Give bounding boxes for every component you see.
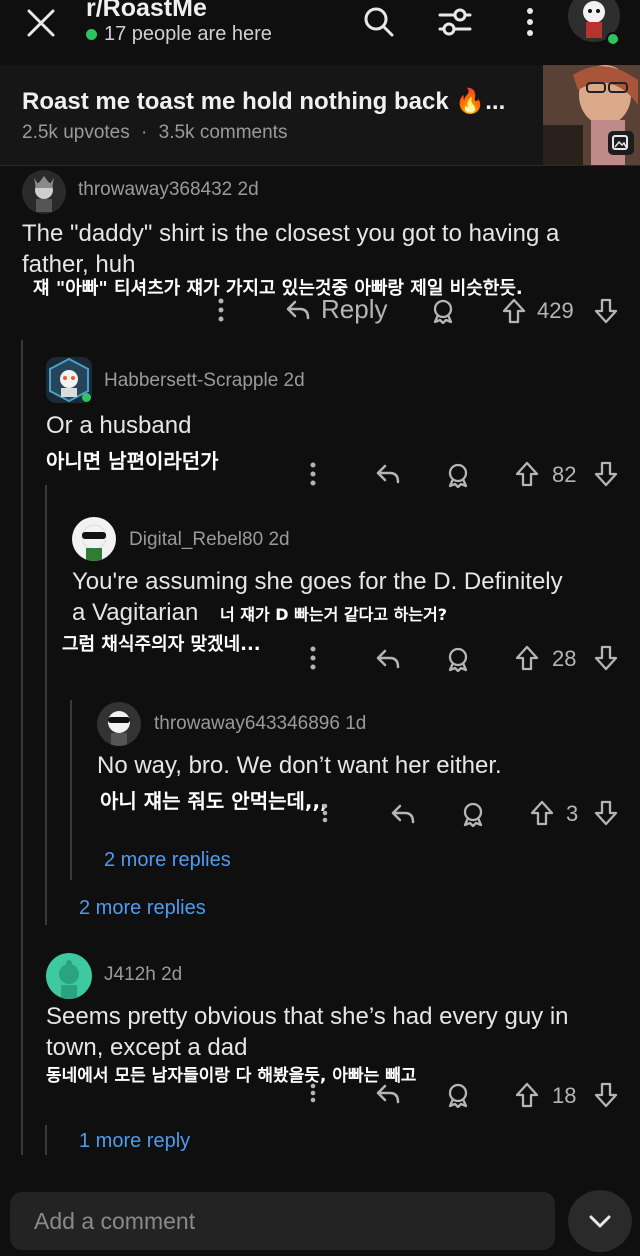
meta-separator: · <box>141 122 148 143</box>
more-replies-link[interactable]: 2 more replies <box>79 897 206 920</box>
comment-author[interactable]: Digital_Rebel80 2d <box>129 529 290 551</box>
avatar[interactable] <box>97 702 141 746</box>
vote-count: 3 <box>566 801 579 826</box>
downvote-icon[interactable] <box>594 461 618 491</box>
reply-icon[interactable] <box>390 802 416 830</box>
vote-count: 28 <box>552 646 577 671</box>
comment-more-icon[interactable] <box>212 297 230 329</box>
upvote-count: 2.5k upvotes <box>22 122 130 143</box>
reply-button[interactable]: Reply <box>285 294 387 325</box>
comment-author[interactable]: throwaway368432 2d <box>78 179 259 201</box>
award-icon[interactable] <box>430 298 456 328</box>
comment-age: 2d <box>161 964 183 985</box>
award-icon[interactable] <box>460 801 486 831</box>
avatar[interactable] <box>72 517 116 561</box>
downvote-icon[interactable] <box>594 800 618 830</box>
online-dot <box>86 29 97 40</box>
reply-label: Reply <box>321 294 388 324</box>
comment-text: Or a husband <box>46 412 192 439</box>
online-status-dot <box>606 32 620 46</box>
downvote-icon[interactable] <box>594 645 618 675</box>
translation-caption: 동네에서 모든 남자들이랑 다 해봤을듯, 아빠는 빼고 <box>46 1066 417 1086</box>
translation-caption: 쟤 "아빠" 티셔츠가 쟤가 가지고 있는것중 아빠랑 제일 비슷한듯. <box>33 278 523 299</box>
post-meta: 2.5k upvotes · 3.5k comments <box>22 122 287 144</box>
comment-text: The "daddy" shirt is the closest you got… <box>22 218 632 280</box>
close-icon[interactable] <box>24 6 58 40</box>
comment-age: 1d <box>345 713 367 734</box>
translation-caption: 아니 쟤는 줘도 안먹는데,,, <box>100 789 328 813</box>
post-title[interactable]: Roast me toast me hold nothing back 🔥... <box>22 87 505 116</box>
comment-text: Seems pretty obvious that she’s had ever… <box>46 1001 636 1063</box>
more-replies-link[interactable]: 1 more reply <box>79 1130 190 1153</box>
translation-caption: 아니면 남편이라던가 <box>46 449 219 473</box>
comment-age: 2d <box>268 529 290 550</box>
reply-icon <box>286 300 310 319</box>
upvote-icon[interactable] <box>530 800 554 830</box>
downvote-icon[interactable] <box>594 298 618 328</box>
thread-line <box>45 485 47 925</box>
vote-count: 18 <box>552 1083 577 1108</box>
more-replies-link[interactable]: 2 more replies <box>104 849 231 872</box>
thread-line <box>45 1125 47 1155</box>
reply-icon[interactable] <box>375 1082 401 1110</box>
thread-line <box>70 700 72 880</box>
translation-caption: 너 쟤가 D 빠는거 같다고 하는거? <box>220 605 448 624</box>
upvote-icon[interactable] <box>515 645 539 675</box>
comment-text-line: You're assuming she goes for the D. Defi… <box>72 568 563 595</box>
award-icon[interactable] <box>445 646 471 676</box>
comment-more-icon[interactable] <box>306 1082 320 1108</box>
downvote-icon[interactable] <box>594 1082 618 1112</box>
comment-author[interactable]: throwaway643346896 1d <box>154 713 366 735</box>
comment-text: No way, bro. We don’t want her either. <box>97 752 502 779</box>
comment-text-line: Seems pretty obvious that she’s had ever… <box>46 1003 569 1030</box>
jump-next-button[interactable] <box>568 1190 632 1252</box>
comment-author[interactable]: J412h 2d <box>104 964 182 986</box>
comment-text-line: town, except a dad <box>46 1034 248 1061</box>
avatar[interactable] <box>46 953 92 999</box>
avatar[interactable] <box>22 170 66 214</box>
gallery-icon <box>608 131 634 155</box>
online-count: 17 people are here <box>104 23 272 45</box>
comment-text-line: a Vagitarian <box>72 599 199 626</box>
online-status-dot <box>82 393 91 402</box>
award-icon[interactable] <box>445 1082 471 1112</box>
sort-filter-icon[interactable] <box>437 6 473 42</box>
more-vertical-icon[interactable] <box>524 6 536 42</box>
comment-count: 3.5k comments <box>158 122 288 143</box>
award-icon[interactable] <box>445 462 471 492</box>
chevron-down-icon <box>589 1215 611 1228</box>
search-icon[interactable] <box>361 4 397 44</box>
comment-more-icon[interactable] <box>318 802 332 828</box>
thread-line <box>21 340 23 1155</box>
comment-text: You're assuming she goes for the D. Defi… <box>72 566 632 597</box>
reply-icon[interactable] <box>375 647 401 675</box>
upvote-icon[interactable] <box>515 461 539 491</box>
comment-more-icon[interactable] <box>304 461 322 491</box>
vote-count: 429 <box>537 298 574 323</box>
comment-author[interactable]: Habbersett-Scrapple 2d <box>104 370 305 392</box>
comment-age: 2d <box>283 370 305 391</box>
upvote-icon[interactable] <box>502 298 526 328</box>
reply-icon[interactable] <box>375 462 401 490</box>
comment-text-line: The "daddy" shirt is the closest you got… <box>22 220 560 247</box>
vote-count: 82 <box>552 462 577 487</box>
comment-age: 2d <box>237 179 259 200</box>
comment-input-placeholder: Add a comment <box>34 1208 196 1234</box>
upvote-icon[interactable] <box>515 1082 539 1112</box>
translation-caption: 그럼 채식주의자 맞겠네... <box>62 634 261 655</box>
subreddit-name[interactable]: r/RoastMe <box>86 0 207 23</box>
comment-more-icon[interactable] <box>304 645 322 675</box>
